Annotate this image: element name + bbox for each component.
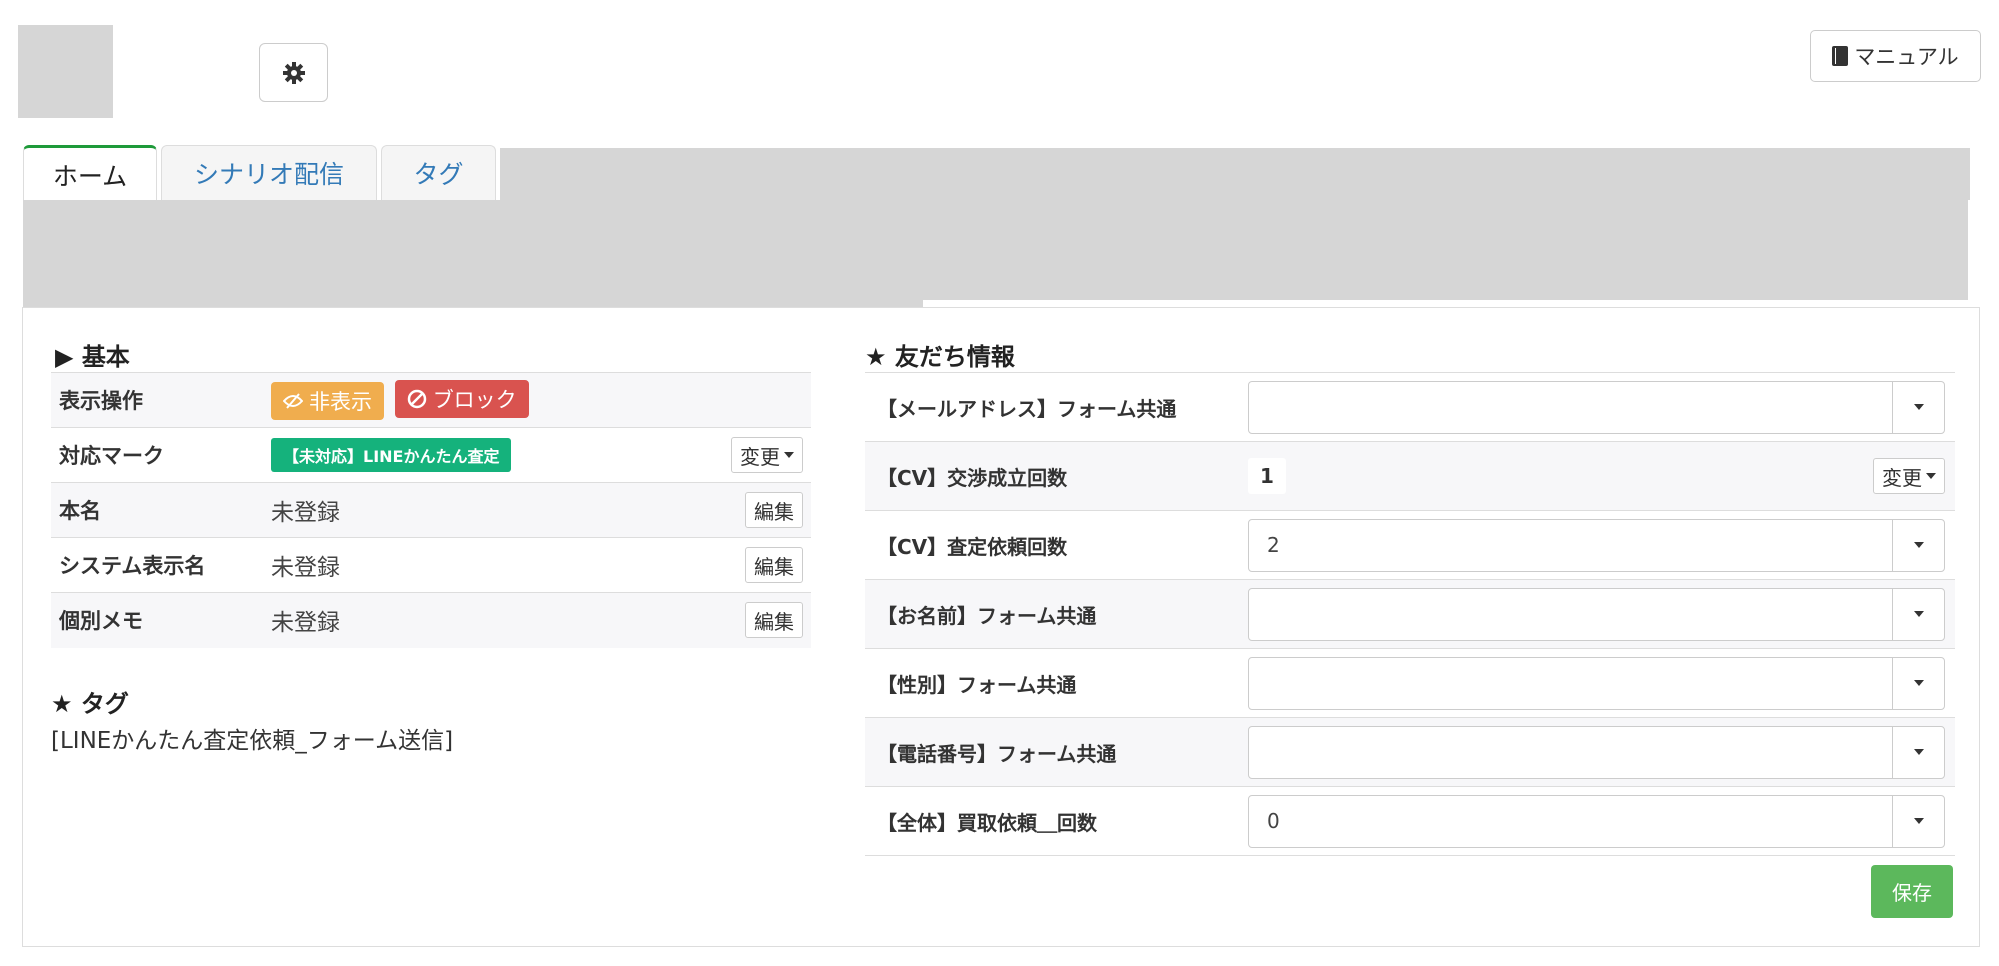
basic-section-title: ▶ 基本 [55, 343, 130, 371]
table-row: 個別メモ 未登録 編集 [51, 592, 811, 648]
book-icon [1832, 46, 1849, 66]
table-row: 表示操作 非表示 ブロック [51, 372, 811, 428]
change-cv-button[interactable]: 変更 [1873, 458, 1945, 494]
tab-bar: ホーム シナリオ配信 タグ [23, 145, 500, 202]
email-select[interactable] [1248, 380, 1945, 434]
caret-down-icon [784, 452, 794, 458]
tab-scenario[interactable]: シナリオ配信 [161, 145, 377, 200]
manual-label: マニュアル [1854, 45, 1959, 69]
field-label: 【電話番号】フォーム共通 [865, 717, 1248, 787]
basic-table: 表示操作 非表示 ブロック 対応マーク 【未対応】LINEかんたん査定 変更 本… [51, 372, 811, 648]
row-action: 編集 [721, 592, 811, 648]
hide-label: 非表示 [309, 390, 372, 414]
field-label: 【全体】買取依頼＿回数 [865, 786, 1248, 856]
caret-down-icon [1913, 749, 1924, 755]
row-label: 個別メモ [51, 592, 263, 648]
edit-memo-button[interactable]: 編集 [745, 602, 803, 639]
table-row: 【CV】査定依頼回数 2 [865, 510, 1955, 580]
tags-section-title: ★ タグ [51, 690, 129, 718]
avatar [18, 25, 113, 118]
row-label: システム表示名 [51, 537, 263, 593]
row-value: 未登録 [263, 482, 721, 538]
dropdown-arrow [1892, 519, 1944, 571]
row-label: 表示操作 [51, 372, 263, 428]
field-value [1248, 579, 1955, 649]
select-value: 0 [1267, 809, 1280, 833]
settings-button[interactable] [259, 43, 328, 102]
eye-slash-icon [283, 393, 303, 409]
block-button[interactable]: ブロック [394, 380, 529, 418]
field-value: 0 [1248, 786, 1955, 856]
tab-home[interactable]: ホーム [23, 145, 157, 202]
cv-deal-count: 1 変更 [1248, 458, 1945, 494]
table-row: 【お名前】フォーム共通 [865, 579, 1955, 649]
row-action: 編集 [721, 537, 811, 593]
table-row: 【電話番号】フォーム共通 [865, 717, 1955, 787]
field-label: 【メールアドレス】フォーム共通 [865, 372, 1248, 442]
change-label: 変更 [1882, 465, 1922, 490]
caret-down-icon [1913, 818, 1924, 824]
caret-down-icon [1913, 404, 1924, 410]
tab-tags[interactable]: タグ [381, 145, 496, 200]
dropdown-arrow [1892, 588, 1944, 640]
field-label: 【CV】交渉成立回数 [865, 441, 1248, 511]
table-row: 対応マーク 【未対応】LINEかんたん査定 変更 [51, 427, 811, 483]
caret-down-icon [1913, 542, 1924, 548]
redacted-area [23, 200, 1968, 300]
gender-select[interactable] [1248, 656, 1945, 710]
field-value: 1 変更 [1248, 441, 1955, 511]
select-value: 2 [1267, 533, 1280, 557]
table-row: 【性別】フォーム共通 [865, 648, 1955, 718]
hide-button[interactable]: 非表示 [271, 382, 384, 420]
name-select[interactable] [1248, 587, 1945, 641]
row-action: 編集 [721, 482, 811, 538]
friend-info-title: ★ 友だち情報 [865, 343, 1015, 371]
dropdown-arrow [1892, 381, 1944, 433]
status-badge: 【未対応】LINEかんたん査定 [271, 438, 512, 472]
edit-display-name-button[interactable]: 編集 [745, 547, 803, 583]
field-label: 【性別】フォーム共通 [865, 648, 1248, 718]
row-action: 変更 [721, 427, 811, 483]
redacted-tabs [500, 148, 1970, 200]
table-row: 【メールアドレス】フォーム共通 [865, 372, 1955, 442]
manual-button[interactable]: マニュアル [1810, 30, 1981, 82]
dropdown-arrow [1892, 657, 1944, 709]
dropdown-arrow [1892, 726, 1944, 778]
ban-icon [407, 389, 426, 409]
caret-down-icon [1926, 473, 1936, 479]
field-value: 2 [1248, 510, 1955, 580]
phone-select[interactable] [1248, 725, 1945, 779]
row-value: 【未対応】LINEかんたん査定 [263, 427, 721, 483]
dropdown-arrow [1892, 795, 1944, 847]
row-value: 未登録 [263, 592, 721, 648]
field-value [1248, 717, 1955, 787]
change-mark-button[interactable]: 変更 [731, 437, 803, 473]
field-value [1248, 372, 1955, 442]
row-label: 対応マーク [51, 427, 263, 483]
main-panel: ▶ 基本 表示操作 非表示 ブロック 対応マーク 【未対応】LINEかんたん査定… [22, 307, 1980, 947]
block-label: ブロック [432, 388, 517, 412]
count-value: 1 [1248, 458, 1286, 494]
edit-real-name-button[interactable]: 編集 [745, 492, 803, 528]
table-row: 【CV】交渉成立回数 1 変更 [865, 441, 1955, 511]
table-row: 本名 未登録 編集 [51, 482, 811, 538]
assessment-count-select[interactable]: 2 [1248, 518, 1945, 572]
row-label: 本名 [51, 482, 263, 538]
caret-down-icon [1913, 611, 1924, 617]
table-row: システム表示名 未登録 編集 [51, 537, 811, 593]
display-actions: 非表示 ブロック [263, 372, 811, 428]
save-button[interactable]: 保存 [1871, 865, 1953, 918]
field-label: 【CV】査定依頼回数 [865, 510, 1248, 580]
table-row: 【全体】買取依頼＿回数 0 [865, 786, 1955, 856]
change-label: 変更 [740, 444, 780, 469]
field-label: 【お名前】フォーム共通 [865, 579, 1248, 649]
field-value [1248, 648, 1955, 718]
friend-info-table: 【メールアドレス】フォーム共通 【CV】交渉成立回数 1 変更 【CV】査定依頼… [865, 372, 1955, 856]
caret-down-icon [1913, 680, 1924, 686]
row-value: 未登録 [263, 537, 721, 593]
tag-list: [LINEかんたん査定依頼_フォーム送信] [51, 728, 454, 754]
gear-icon [282, 61, 305, 84]
purchase-count-select[interactable]: 0 [1248, 794, 1945, 848]
